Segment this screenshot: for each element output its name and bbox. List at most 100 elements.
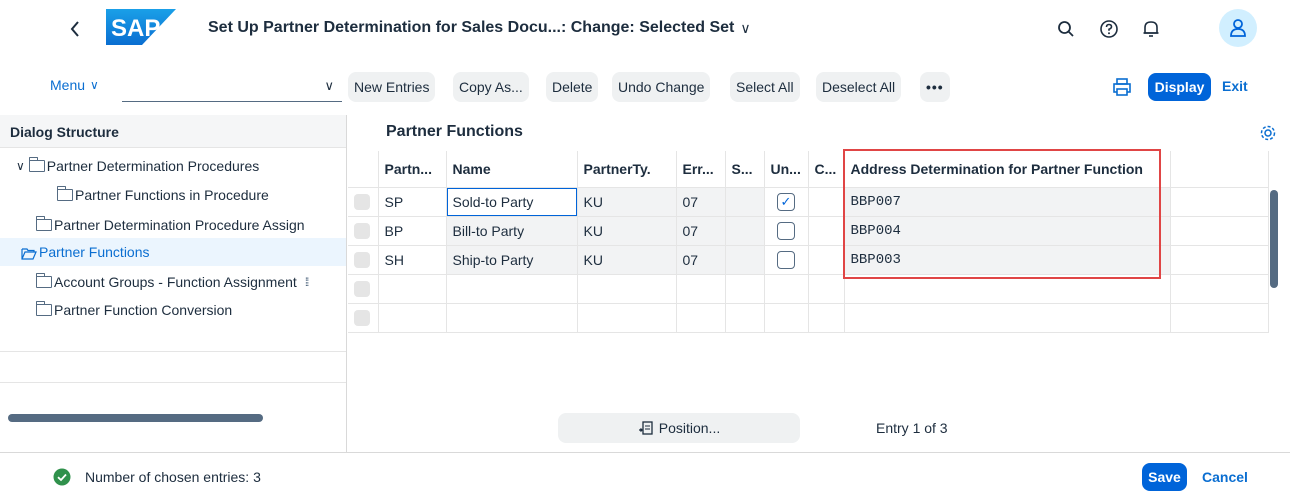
cell-empty	[764, 303, 809, 333]
help-icon	[1100, 20, 1118, 38]
cell-unique: ✓	[764, 187, 809, 217]
highlight-box	[843, 149, 1161, 279]
row-selector[interactable]	[348, 245, 379, 275]
tree-item-partner-function-conversion[interactable]: Partner Function Conversion	[0, 296, 346, 324]
printer-icon	[1113, 78, 1131, 96]
menu-label: Menu	[50, 77, 86, 93]
cell-empty	[446, 303, 578, 333]
cell-partner-type-input[interactable]: KU	[577, 216, 677, 246]
folder-open-icon	[21, 246, 37, 260]
table-settings-button[interactable]	[1259, 124, 1277, 142]
command-select[interactable]: ∨	[122, 72, 342, 102]
cell-empty	[676, 303, 726, 333]
horizontal-scrollbar[interactable]	[8, 414, 263, 422]
cell-c	[808, 216, 845, 246]
cell-empty	[1170, 245, 1269, 275]
row-selector[interactable]	[348, 216, 379, 246]
row-selector[interactable]	[348, 303, 379, 333]
row-selector-box[interactable]	[354, 222, 370, 239]
divider	[0, 351, 346, 352]
cell-name-input[interactable]: Bill-to Party	[446, 216, 578, 246]
sap-logo[interactable]: SAP	[106, 9, 176, 45]
page-title[interactable]: Set Up Partner Determination for Sales D…	[208, 19, 751, 37]
unique-checkbox[interactable]	[777, 221, 795, 240]
cell-s-input[interactable]	[725, 245, 765, 275]
select-all-column[interactable]	[348, 151, 379, 188]
more-button[interactable]: •••	[920, 72, 950, 102]
copy-as-button[interactable]: Copy As...	[453, 72, 529, 102]
cell-s-input[interactable]	[725, 216, 765, 246]
position-label: Position...	[658, 420, 721, 436]
notifications-button[interactable]	[1138, 16, 1164, 42]
display-button[interactable]: Display	[1148, 73, 1211, 101]
row-selector-box[interactable]	[354, 251, 370, 268]
resize-handle-icon[interactable]: ⁞⁞	[305, 275, 309, 289]
cell-name-input[interactable]: Sold-to Party	[446, 187, 578, 217]
menu-button[interactable]: Menu ∨	[50, 77, 99, 93]
select-all-button[interactable]: Select All	[730, 72, 800, 102]
cell-empty	[378, 274, 447, 304]
footer-bar: Number of chosen entries: 3 Save Cancel	[0, 452, 1290, 496]
save-button[interactable]: Save	[1142, 463, 1187, 491]
cell-err-input[interactable]: 07	[676, 187, 726, 217]
tree-item-label: Partner Determination Procedures	[46, 158, 260, 174]
row-selector[interactable]	[348, 187, 379, 217]
tree-item-partner-functions-in-procedure[interactable]: Partner Functions in Procedure	[0, 181, 346, 209]
column-header-err[interactable]: Err...	[676, 151, 726, 188]
cancel-button[interactable]: Cancel	[1202, 469, 1248, 485]
row-selector-box[interactable]	[354, 193, 370, 210]
cell-err-input[interactable]: 07	[676, 216, 726, 246]
row-selector-box[interactable]	[354, 309, 370, 326]
bell-icon	[1143, 21, 1159, 37]
chevron-down-icon: ∨	[740, 19, 751, 36]
vertical-scrollbar[interactable]	[1270, 190, 1278, 288]
chevron-down-icon[interactable]: ∨	[16, 159, 25, 173]
status-message: Number of chosen entries: 3	[85, 469, 261, 485]
chevron-down-icon: ∨	[90, 78, 99, 92]
position-icon	[638, 421, 653, 435]
cell-err-input[interactable]: 07	[676, 245, 726, 275]
cell-name-input[interactable]: Ship-to Party	[446, 245, 578, 275]
partner-functions-title: Partner Functions	[386, 123, 523, 140]
tree-item-label: Partner Functions in Procedure	[75, 187, 269, 203]
position-button[interactable]: Position...	[558, 413, 800, 443]
column-header-partner-type[interactable]: PartnerTy.	[577, 151, 677, 188]
column-header-s[interactable]: S...	[725, 151, 765, 188]
unique-checkbox[interactable]	[777, 250, 795, 269]
cell-empty	[1170, 274, 1269, 304]
cell-empty	[1170, 187, 1269, 217]
folder-icon	[36, 273, 52, 288]
column-header-unique[interactable]: Un...	[764, 151, 809, 188]
row-selector[interactable]	[348, 274, 379, 304]
column-header-partn[interactable]: Partn...	[378, 151, 447, 188]
cell-partner-type-input[interactable]: KU	[577, 187, 677, 217]
table-row-empty[interactable]	[348, 303, 1269, 333]
exit-button[interactable]: Exit	[1222, 78, 1248, 94]
cell-empty	[378, 303, 447, 333]
help-button[interactable]	[1096, 16, 1122, 42]
folder-icon	[36, 216, 52, 231]
row-selector-box[interactable]	[354, 280, 370, 297]
unique-checkbox[interactable]: ✓	[777, 192, 795, 211]
tree-item-partner-determination-procedures[interactable]: ∨ Partner Determination Procedures	[0, 152, 346, 180]
undo-change-button[interactable]: Undo Change	[612, 72, 711, 102]
delete-button[interactable]: Delete	[546, 72, 599, 102]
print-button[interactable]	[1111, 76, 1133, 98]
cell-partner-type-input[interactable]: KU	[577, 245, 677, 275]
deselect-all-button[interactable]: Deselect All	[816, 72, 902, 102]
tree-item-account-groups[interactable]: Account Groups - Function Assignment ⁞⁞	[0, 268, 346, 296]
tree-item-partner-determination-procedure-assign[interactable]: Partner Determination Procedure Assign	[0, 211, 346, 239]
success-icon	[53, 468, 71, 486]
cell-empty	[764, 274, 809, 304]
tree-item-label: Partner Determination Procedure Assign	[54, 217, 305, 233]
avatar[interactable]	[1219, 9, 1257, 47]
back-button[interactable]	[62, 14, 88, 44]
tree-item-partner-functions[interactable]: Partner Functions	[0, 238, 346, 266]
cell-empty	[808, 274, 845, 304]
search-button[interactable]	[1053, 16, 1079, 42]
column-header-c[interactable]: C...	[808, 151, 845, 188]
new-entries-button[interactable]: New Entries	[348, 72, 436, 102]
column-header-name[interactable]: Name	[446, 151, 578, 188]
partner-functions-panel: Partner Functions Partn... Name PartnerT…	[348, 115, 1290, 452]
cell-s-input[interactable]	[725, 187, 765, 217]
